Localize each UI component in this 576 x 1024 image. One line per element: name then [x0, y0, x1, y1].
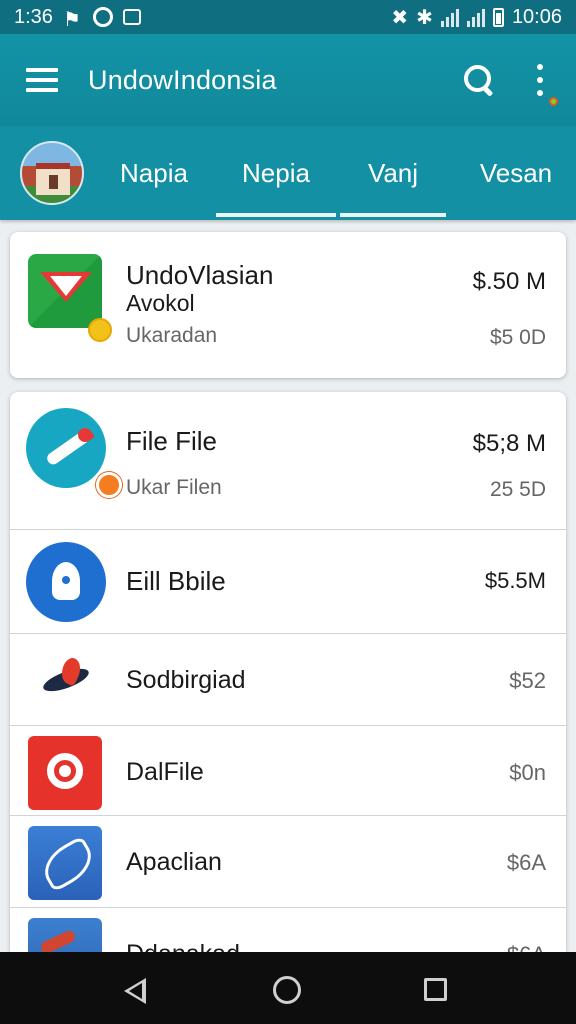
- featured-card[interactable]: UndoVlasian Avokol Ukaradan $.50 M $5 0D: [10, 232, 566, 378]
- search-icon[interactable]: [462, 63, 496, 97]
- list-item-title: Eill Bbile: [126, 566, 226, 596]
- tab-vanj[interactable]: Vanj: [340, 126, 446, 220]
- list-item-price: $6A: [506, 850, 546, 875]
- list-item-title: Apaclian: [126, 848, 222, 876]
- home-icon[interactable]: [273, 976, 301, 1004]
- red-target-icon: [28, 736, 102, 810]
- menu-icon[interactable]: [26, 68, 58, 92]
- notification-circle-icon: [92, 7, 113, 27]
- back-icon[interactable]: [124, 978, 146, 1004]
- cell-signal-icon: [466, 7, 485, 27]
- more-options-icon[interactable]: [530, 60, 558, 106]
- featured-subtitle: Ukaradan: [126, 324, 218, 347]
- list-item[interactable]: Apaclian $6A: [10, 816, 566, 908]
- list-item[interactable]: DalFile $0n: [10, 726, 566, 816]
- tab-vesan[interactable]: Vesan: [466, 126, 566, 220]
- tab-nepia[interactable]: Nepia: [216, 126, 336, 220]
- list-item-price: $52: [509, 668, 546, 693]
- battery-icon: [492, 7, 504, 27]
- notification-app-icon: ⚑: [62, 9, 81, 31]
- featured-title: UndoVlasian: [126, 260, 274, 290]
- wifi-signal-icon: [440, 7, 459, 27]
- list-item[interactable]: File File Ukar Filen $5;8 M 25 5D: [10, 392, 566, 530]
- partial-app-icon: [28, 918, 102, 952]
- list-item-subtitle: Ukar Filen: [126, 476, 222, 499]
- featured-title-line2: Avokol: [126, 290, 195, 316]
- list-item-price: $5.5M: [484, 568, 546, 593]
- status-time-right: 10:06: [511, 5, 562, 28]
- bird-icon: [28, 644, 102, 718]
- nfc-icon: ✖: [391, 6, 409, 29]
- app-list: File File Ukar Filen $5;8 M 25 5D Eill B…: [10, 392, 566, 952]
- recents-icon[interactable]: [424, 978, 447, 1001]
- status-time-left: 1:36: [14, 5, 53, 28]
- list-item[interactable]: Ddanakad $6A: [10, 908, 566, 952]
- app-title: UndowIndonsia: [88, 64, 277, 95]
- status-bar: 1:36 ⚑ ✖ ✱ 10:06: [0, 0, 576, 34]
- featured-price: $.50 M: [472, 268, 546, 295]
- notification-message-icon: [122, 9, 141, 25]
- tab-bar: Napia Nepia Vanj Vesan: [0, 126, 576, 220]
- list-item-price-secondary: 25 5D: [489, 478, 546, 501]
- app-bar: UndowIndonsia: [0, 34, 576, 126]
- notification-dot: [549, 97, 558, 106]
- tab-napia[interactable]: Napia: [104, 126, 204, 220]
- list-item[interactable]: Eill Bbile $5.5M: [10, 530, 566, 634]
- list-item-title: DalFile: [126, 758, 204, 786]
- coin-badge-icon: [88, 318, 112, 342]
- avatar[interactable]: [20, 141, 84, 205]
- list-item-title: File File: [126, 426, 218, 456]
- gmail-icon: [28, 254, 102, 328]
- orange-badge-icon: [96, 472, 122, 498]
- blue-app-icon: [26, 542, 106, 622]
- list-item-price: $0n: [509, 760, 546, 785]
- list-item[interactable]: Sodbirgiad $52: [10, 634, 566, 726]
- list-item-price: $6A: [507, 942, 546, 952]
- list-item-title: Sodbirgiad: [126, 666, 246, 694]
- feather-icon: [28, 826, 102, 900]
- list-item-price: $5;8 M: [472, 430, 546, 457]
- featured-price-secondary: $5 0D: [489, 326, 546, 349]
- bluetooth-icon: ✱: [416, 6, 433, 29]
- rocket-icon: [26, 408, 106, 488]
- navigation-bar: [0, 952, 576, 1024]
- list-item-title: Ddanakad: [126, 940, 240, 952]
